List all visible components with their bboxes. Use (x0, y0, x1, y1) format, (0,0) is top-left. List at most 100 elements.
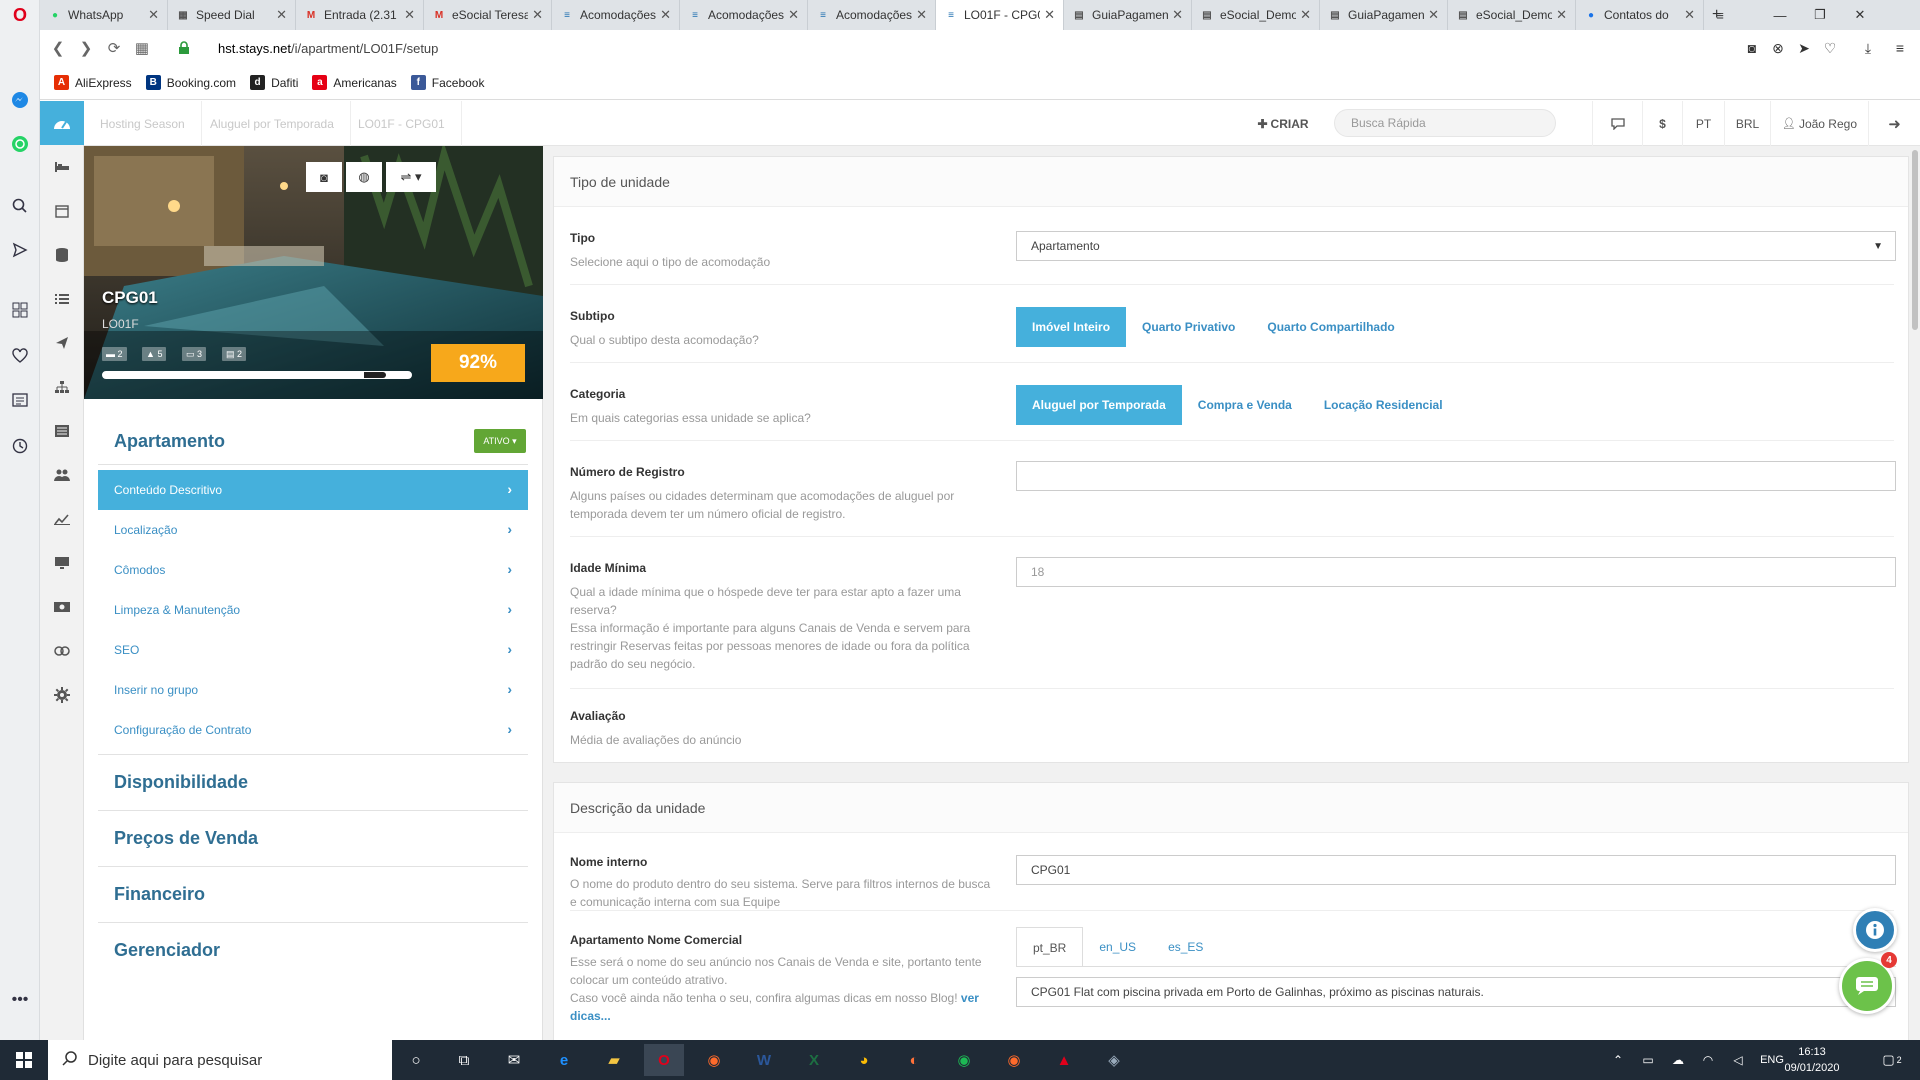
idade-minima-input[interactable]: 18 (1016, 557, 1896, 587)
money-icon[interactable] (52, 597, 72, 617)
tab-3[interactable]: MeSocial Teresa ✕ (424, 0, 552, 30)
tab-6[interactable]: ≡ Acomodações ✕ (808, 0, 936, 30)
language-selector[interactable]: PT (1682, 101, 1724, 146)
property-photo[interactable]: ◙ ◍ ⇌ ▾ CPG01 LO01F ▬ 2 ▲ 5 ▭ 3 ▤ 2 92% (84, 146, 543, 399)
infinity-icon[interactable] (52, 641, 72, 661)
opera-taskbar-icon[interactable]: O (644, 1044, 684, 1076)
quick-search-input[interactable]: Busca Rápida (1334, 109, 1556, 137)
scrollbar-thumb[interactable] (1912, 150, 1918, 330)
favorite-icon[interactable]: ♡ (1820, 38, 1840, 58)
firefox-icon[interactable]: ◐ (894, 1044, 934, 1076)
back-icon[interactable]: ❮ (44, 34, 72, 62)
options-dropdown-button[interactable]: ⇌ ▾ (386, 162, 436, 192)
notifications-icon[interactable] (1592, 101, 1642, 146)
option-1[interactable]: Compra e Venda (1182, 385, 1308, 425)
menu-item-3[interactable]: Limpeza & Manutenção › (98, 590, 528, 630)
chart-icon[interactable] (52, 509, 72, 529)
close-tab-icon[interactable]: ✕ (276, 7, 287, 23)
tab-4[interactable]: ≡ Acomodações ✕ (552, 0, 680, 30)
camera-button[interactable]: ◙ (306, 162, 342, 192)
content-scrollbar[interactable] (1910, 146, 1920, 1040)
close-tab-icon[interactable]: ✕ (1556, 7, 1567, 23)
tab-0[interactable]: ● WhatsApp ✕ (40, 0, 168, 30)
chrome-icon[interactable]: ◕ (844, 1044, 884, 1076)
close-tab-icon[interactable]: ✕ (148, 7, 159, 23)
lang-tab-2[interactable]: es_ES (1152, 927, 1219, 967)
spotify-icon[interactable]: ◉ (944, 1044, 984, 1076)
history-icon[interactable] (10, 436, 30, 456)
section-financeiro[interactable]: Financeiro (98, 866, 528, 922)
menu-item-5[interactable]: Inserir no grupo › (98, 670, 528, 710)
close-tab-icon[interactable]: ✕ (1428, 7, 1439, 23)
tab-11[interactable]: ▤ eSocial_Demo ✕ (1448, 0, 1576, 30)
opera-logo-icon[interactable]: O (10, 5, 30, 25)
tab-menu-icon[interactable]: ≡ (1700, 0, 1740, 30)
calendar-icon[interactable] (52, 201, 72, 221)
mail-icon[interactable]: ✉ (494, 1044, 534, 1076)
easy-setup-icon[interactable]: ≡ (1890, 38, 1910, 58)
url-field[interactable]: hst.stays.net/i/apartment/LO01F/setup (218, 41, 438, 56)
sitemap-icon[interactable] (52, 377, 72, 397)
anydesk2-icon[interactable]: ◉ (994, 1044, 1034, 1076)
menu-item-6[interactable]: Configuração de Contrato › (98, 710, 528, 750)
reports-icon[interactable] (52, 421, 72, 441)
download-icon[interactable]: ⤓ (1858, 38, 1878, 58)
option-0[interactable]: Aluguel por Temporada (1016, 385, 1182, 425)
close-tab-icon[interactable]: ✕ (404, 7, 415, 23)
section-disponibilidade[interactable]: Disponibilidade (98, 754, 528, 810)
grid-icon[interactable] (10, 300, 30, 320)
list-icon[interactable] (52, 289, 72, 309)
tab-5[interactable]: ≡ Acomodações ✕ (680, 0, 808, 30)
bookmark-dafiti[interactable]: d Dafiti (250, 75, 298, 90)
tipo-select[interactable]: Apartamento ▼ (1016, 231, 1896, 261)
globe-button[interactable]: ◍ (346, 162, 382, 192)
excel-icon[interactable]: X (794, 1044, 834, 1076)
whatsapp-icon[interactable] (10, 134, 30, 154)
reload-icon[interactable]: ⟳ (100, 34, 128, 62)
search-icon[interactable] (10, 196, 30, 216)
tab-8[interactable]: ▤ GuiaPagamen ✕ (1064, 0, 1192, 30)
action-center-icon[interactable]: ▢ 2 (1872, 1044, 1912, 1076)
edge-icon[interactable]: e (544, 1044, 584, 1076)
bookmark-americanas[interactable]: a Americanas (312, 75, 397, 90)
option-2[interactable]: Locação Residencial (1308, 385, 1459, 425)
close-tab-icon[interactable]: ✕ (1684, 7, 1695, 23)
task-view-icon[interactable]: ⧉ (444, 1044, 484, 1076)
tab-10[interactable]: ▤ GuiaPagamen ✕ (1320, 0, 1448, 30)
paper-plane-icon[interactable] (52, 333, 72, 353)
forward-icon[interactable]: ❯ (72, 34, 100, 62)
create-button[interactable]: ✚ CRIAR (1248, 101, 1318, 146)
menu-item-0[interactable]: Conteúdo Descritivo › (98, 470, 528, 510)
close-tab-icon[interactable]: ✕ (660, 7, 671, 23)
adblock-icon[interactable]: ⊗ (1768, 38, 1788, 58)
breadcrumb-item[interactable]: Aluguel por Temporada (194, 101, 351, 146)
news-icon[interactable] (10, 390, 30, 410)
tab-2[interactable]: M Entrada (2.31 ✕ (296, 0, 424, 30)
heart-icon[interactable] (10, 346, 30, 366)
monitor-icon[interactable] (52, 553, 72, 573)
lang-tab-0[interactable]: pt_BR (1016, 927, 1084, 967)
bookmark-bookingcom[interactable]: B Booking.com (145, 75, 236, 90)
taskbar-search-input[interactable]: Digite aqui para pesquisar (48, 1040, 392, 1080)
registro-input[interactable] (1016, 461, 1896, 491)
option-2[interactable]: Quarto Compartilhado (1251, 307, 1410, 347)
database-icon[interactable] (52, 245, 72, 265)
menu-item-4[interactable]: SEO › (98, 630, 528, 670)
clock[interactable]: 16:13 09/01/2020 (1780, 1044, 1844, 1076)
camera-icon[interactable]: ◙ (1742, 38, 1762, 58)
close-tab-icon[interactable]: ✕ (1300, 7, 1311, 23)
info-button[interactable] (1853, 908, 1897, 952)
tab-1[interactable]: ▦ Speed Dial ✕ (168, 0, 296, 30)
acrobat-icon[interactable]: ▲ (1044, 1044, 1084, 1076)
bed-icon[interactable] (52, 157, 72, 177)
close-tab-icon[interactable]: ✕ (532, 7, 543, 23)
currency-symbol[interactable]: $ (1642, 101, 1682, 146)
file-explorer-icon[interactable]: ▰ (594, 1044, 634, 1076)
section-gerenciador[interactable]: Gerenciador (98, 922, 528, 978)
minimize-icon[interactable]: — (1760, 0, 1800, 30)
option-0[interactable]: Imóvel Inteiro (1016, 307, 1127, 347)
bookmark-aliexpress[interactable]: A AliExpress (54, 75, 132, 90)
logout-icon[interactable]: ➜ (1868, 101, 1920, 146)
close-tab-icon[interactable]: ✕ (1172, 7, 1183, 23)
breadcrumb-item[interactable]: Hosting Season (84, 101, 202, 146)
